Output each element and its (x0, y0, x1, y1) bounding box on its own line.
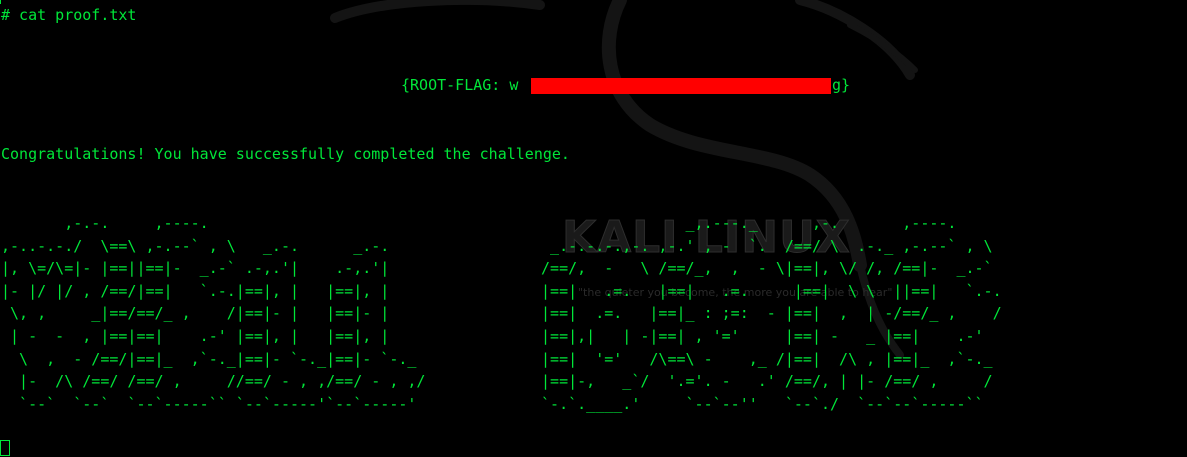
dragon-horn-stroke (795, 0, 915, 80)
ascii-art-left: ,-.-. ,----. ,-..-.-./ \==\ ,-.--` , \ _… (1, 214, 426, 413)
ascii-art-right: _,.---._ ,-. ,----. _.-.-.-.,-. ,-.' , -… (541, 214, 1002, 413)
root-flag-suffix: g} (832, 76, 851, 94)
command-prompt-line: # cat proof.txt (1, 6, 137, 24)
dragon-head-stroke (330, 0, 545, 23)
scrollback-edge (0, 0, 1, 4)
root-flag-prefix: {ROOT-FLAG: w (401, 76, 519, 94)
terminal-cursor (0, 440, 10, 456)
terminal-window[interactable]: KALI LINUX "the quieter you become, the … (0, 0, 1187, 457)
flag-redaction-bar (531, 78, 831, 94)
congratulations-message: Congratulations! You have successfully c… (1, 145, 570, 163)
